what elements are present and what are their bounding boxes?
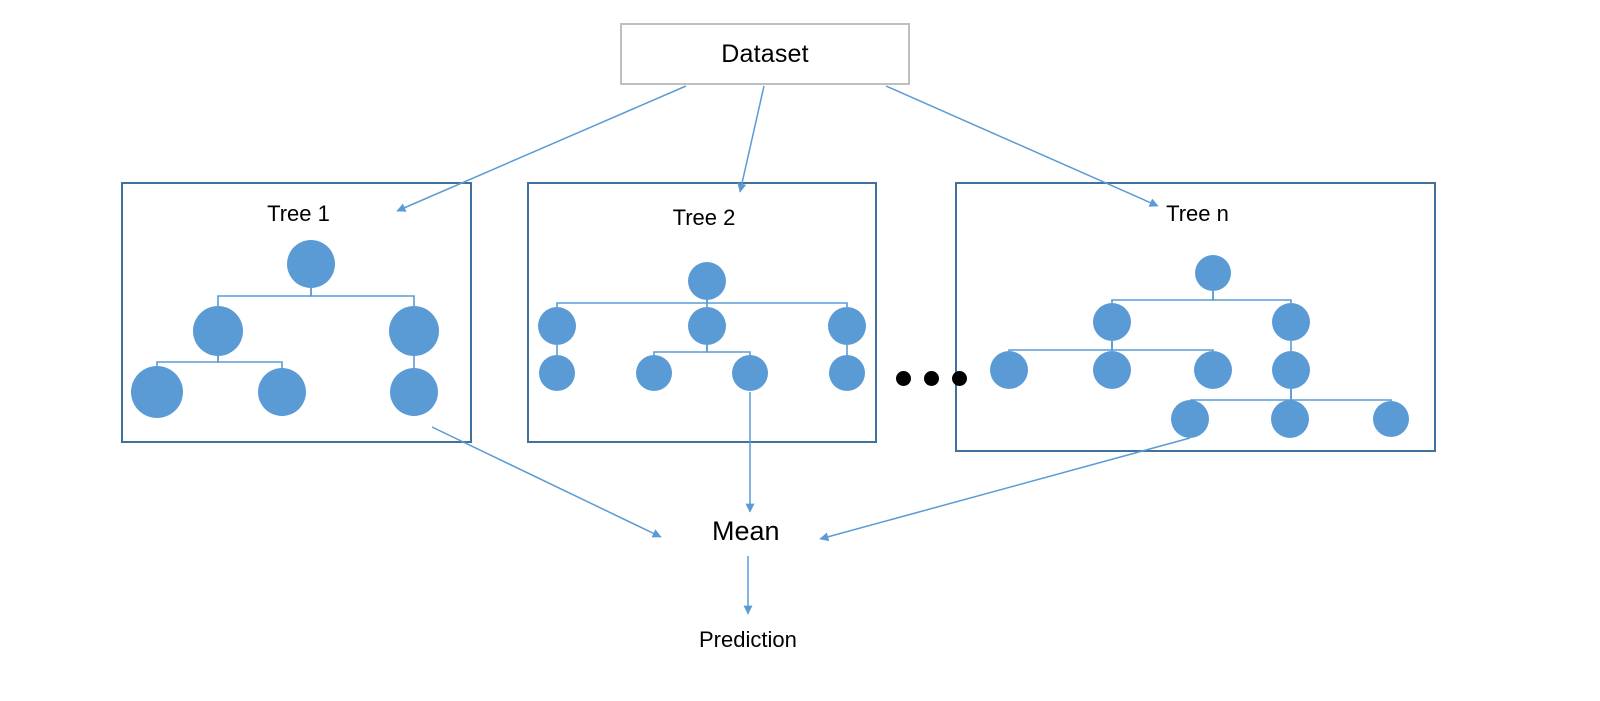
tree-title-2: Tree 2	[672, 205, 736, 230]
diagram-canvas: Tree 1 Tree 2 Tree n Dataset Mean Predicti…	[0, 0, 1600, 701]
prediction-label: Prediction	[699, 627, 797, 652]
tree-title-3: Tree n	[1166, 201, 1229, 226]
dataset-to-tree-2	[737, 85, 765, 193]
tree-node[interactable]	[1171, 400, 1209, 438]
tree-node[interactable]	[732, 355, 768, 391]
tree-node[interactable]	[538, 307, 576, 345]
tree-node[interactable]	[539, 355, 575, 391]
dataset-label: Dataset	[721, 39, 809, 68]
tree-node[interactable]	[1272, 351, 1310, 389]
tree-node[interactable]	[258, 368, 306, 416]
tree-node[interactable]	[1272, 303, 1310, 341]
more-trees-ellipsis	[896, 371, 967, 386]
tree-1-to-mean	[431, 426, 662, 538]
tree-node[interactable]	[1194, 351, 1232, 389]
tree-node[interactable]	[990, 351, 1028, 389]
tree-node[interactable]	[1195, 255, 1231, 291]
tree-node[interactable]	[636, 355, 672, 391]
tree-node[interactable]	[1373, 401, 1409, 437]
tree-node[interactable]	[688, 262, 726, 300]
mean-label: Mean	[712, 515, 780, 546]
tree-node[interactable]	[390, 368, 438, 416]
tree-node[interactable]	[287, 240, 335, 288]
tree-node[interactable]	[1093, 303, 1131, 341]
tree-title-1: Tree 1	[267, 201, 330, 226]
tree-node[interactable]	[828, 307, 866, 345]
ellipsis-dot	[896, 371, 911, 386]
ellipsis-dot	[924, 371, 939, 386]
tree-node[interactable]	[131, 366, 183, 418]
tree-node[interactable]	[193, 306, 243, 356]
tree-node[interactable]	[1271, 400, 1309, 438]
ellipsis-dot	[952, 371, 967, 386]
tree-node[interactable]	[1093, 351, 1131, 389]
tree-n-to-mean	[819, 437, 1191, 542]
dataset-box[interactable]: Dataset	[620, 23, 910, 85]
tree-node[interactable]	[688, 307, 726, 345]
tree-node[interactable]	[389, 306, 439, 356]
tree-node[interactable]	[829, 355, 865, 391]
